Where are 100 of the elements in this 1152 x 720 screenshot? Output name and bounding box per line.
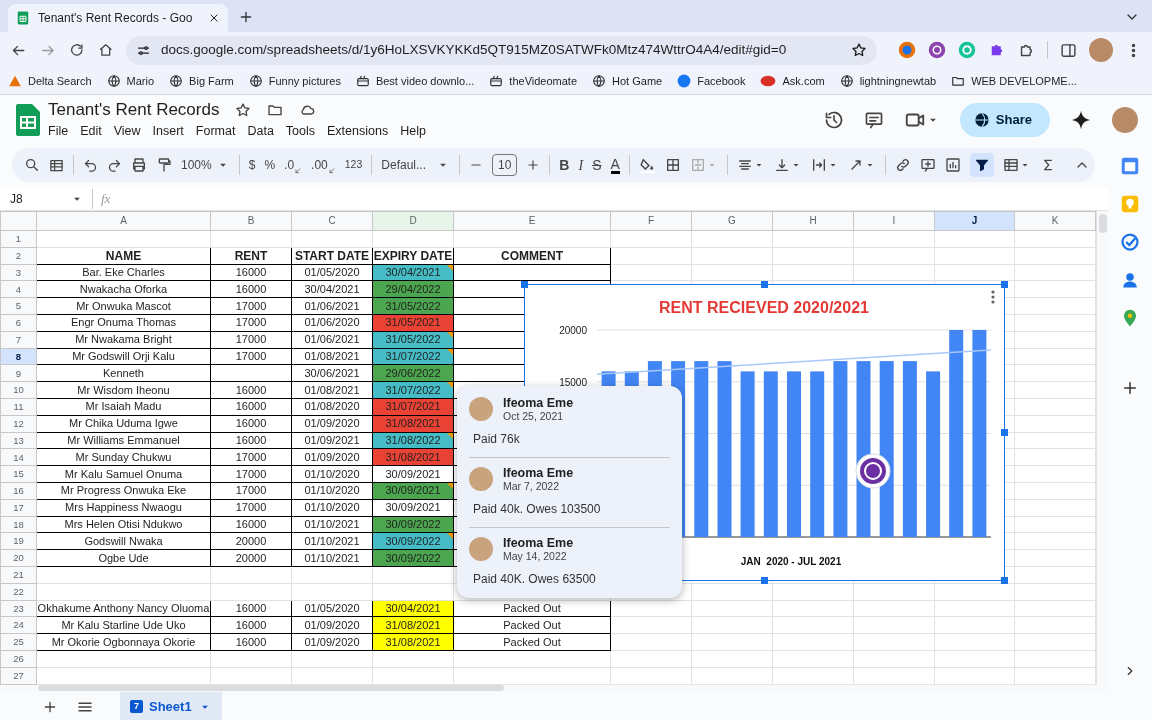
- borders-icon[interactable]: [664, 157, 681, 173]
- tasks-icon[interactable]: [1121, 233, 1139, 251]
- column-header[interactable]: I: [853, 211, 935, 231]
- table-icon[interactable]: [1002, 157, 1019, 173]
- redo-icon[interactable]: [107, 157, 122, 173]
- text-color-button[interactable]: A: [610, 156, 620, 174]
- add-comment-icon[interactable]: [919, 157, 936, 173]
- bookmark[interactable]: lightningnewtab: [839, 72, 937, 90]
- bookmark[interactable]: Delta Search: [8, 72, 92, 90]
- side-panel-icon[interactable]: [1060, 41, 1077, 59]
- column-header[interactable]: A: [36, 211, 211, 231]
- close-icon[interactable]: [208, 12, 220, 24]
- comment-icon[interactable]: [863, 110, 884, 130]
- column-header[interactable]: B: [210, 211, 292, 231]
- menu-item[interactable]: Extensions: [327, 121, 389, 141]
- percent-format[interactable]: %: [264, 156, 276, 174]
- fill-color-icon[interactable]: [638, 156, 656, 174]
- calendar-icon[interactable]: [1121, 157, 1139, 175]
- address-bar[interactable]: docs.google.com/spreadsheets/d/1y6HoLXSVKYKKd5QT915MZ0SATWFk0Mtz474WttrO4A4/edit#gid=0: [126, 35, 877, 65]
- bookmark[interactable]: theVideomate: [489, 72, 578, 90]
- arrow-icon[interactable]: [294, 166, 303, 174]
- link-icon[interactable]: [894, 157, 911, 173]
- decrease-decimal-button[interactable]: .0: [284, 156, 295, 174]
- print-icon[interactable]: [131, 157, 147, 173]
- bold-button[interactable]: B: [559, 154, 570, 176]
- table-cell: 30/09/2021: [372, 465, 454, 483]
- resize-handle[interactable]: [761, 577, 768, 584]
- menu-item[interactable]: File: [48, 121, 69, 141]
- italic-button[interactable]: I: [578, 154, 584, 176]
- bookmark[interactable]: Mario: [106, 72, 155, 90]
- undo-icon[interactable]: [83, 157, 98, 173]
- menu-item[interactable]: Edit: [80, 121, 102, 141]
- resize-handle[interactable]: [521, 281, 528, 288]
- resize-handle[interactable]: [1001, 281, 1008, 288]
- bookmark[interactable]: Best video downlo...: [355, 72, 475, 90]
- menu-item[interactable]: Format: [195, 121, 236, 141]
- reload-icon[interactable]: [69, 42, 85, 58]
- bookmark[interactable]: Ask.com: [760, 72, 825, 90]
- column-header[interactable]: E: [453, 211, 611, 231]
- font-size-field[interactable]: 10: [492, 154, 518, 176]
- avatar: [469, 537, 493, 561]
- bookmark[interactable]: Big Farm: [169, 72, 234, 90]
- column-header[interactable]: F: [610, 211, 692, 231]
- menu-item[interactable]: Tools: [285, 121, 316, 141]
- strikethrough-button[interactable]: S: [592, 154, 602, 176]
- extension-icon[interactable]: [898, 41, 916, 59]
- column-title: NAME: [36, 247, 211, 265]
- column-header[interactable]: G: [691, 211, 773, 231]
- star-icon[interactable]: [235, 101, 252, 118]
- cell-reference[interactable]: J8: [10, 189, 62, 208]
- profile-avatar[interactable]: [1089, 38, 1113, 62]
- bookmark[interactable]: WEB DEVELOPME...: [951, 72, 1077, 90]
- merge-cells-icon[interactable]: [689, 157, 706, 173]
- text-wrap-icon[interactable]: [810, 157, 827, 173]
- chart-icon[interactable]: [944, 157, 961, 173]
- column-header[interactable]: J: [934, 211, 1015, 231]
- menu-item[interactable]: Help: [400, 121, 426, 141]
- plus-icon[interactable]: [526, 158, 541, 172]
- browser-tab[interactable]: Tenant's Rent Records - Goo: [8, 4, 228, 32]
- bookmark[interactable]: Funny pictures: [248, 72, 341, 90]
- document-title[interactable]: Tenant's Rent Records: [48, 99, 220, 120]
- filter-button[interactable]: [969, 153, 994, 177]
- table-cell: 01/10/2021: [291, 549, 373, 567]
- increase-decimal-button[interactable]: .00: [311, 156, 328, 174]
- home-icon[interactable]: [97, 42, 114, 58]
- extension-icon[interactable]: [928, 41, 946, 59]
- menu-item[interactable]: View: [113, 121, 141, 141]
- search-icon[interactable]: [24, 157, 40, 173]
- align-icon[interactable]: [736, 157, 753, 173]
- contacts-icon[interactable]: [1121, 271, 1139, 289]
- resize-handle[interactable]: [761, 281, 768, 288]
- history-icon[interactable]: [823, 110, 844, 130]
- bookmark[interactable]: Hot Game: [592, 72, 663, 90]
- map-pin-icon[interactable]: [1121, 309, 1139, 327]
- font-select[interactable]: Defaul...: [381, 156, 426, 174]
- vertical-align-icon[interactable]: [773, 157, 790, 173]
- extension-badge-icon[interactable]: [855, 453, 891, 489]
- table-icon[interactable]: [49, 157, 64, 173]
- bookmark[interactable]: Facebook: [677, 72, 746, 90]
- resize-handle[interactable]: [1001, 577, 1008, 584]
- paint-format-icon[interactable]: [156, 157, 172, 173]
- column-header[interactable]: H: [772, 211, 854, 231]
- scroll-thumb[interactable]: [1098, 214, 1107, 233]
- currency-format[interactable]: $: [248, 156, 256, 174]
- menu-item[interactable]: Data: [247, 121, 274, 141]
- column-header[interactable]: K: [1014, 211, 1096, 231]
- share-button[interactable]: Share: [959, 103, 1050, 137]
- table-cell: Mr Wisdom Iheonu: [36, 381, 211, 399]
- resize-handle[interactable]: [1001, 429, 1008, 436]
- menu-item[interactable]: Insert: [152, 121, 184, 141]
- more-icon[interactable]: [991, 290, 995, 304]
- number-format-button[interactable]: 123: [344, 157, 363, 173]
- profile-avatar[interactable]: [1112, 107, 1138, 133]
- zoom-select[interactable]: 100%: [181, 156, 212, 174]
- bookmark-star-icon[interactable]: [851, 42, 867, 58]
- column-header[interactable]: D: [372, 211, 454, 231]
- column-header[interactable]: C: [291, 211, 373, 231]
- scroll-thumb[interactable]: [38, 684, 504, 691]
- sheet-tab[interactable]: 7 Sheet1: [120, 691, 222, 720]
- arrow-icon[interactable]: [327, 166, 336, 174]
